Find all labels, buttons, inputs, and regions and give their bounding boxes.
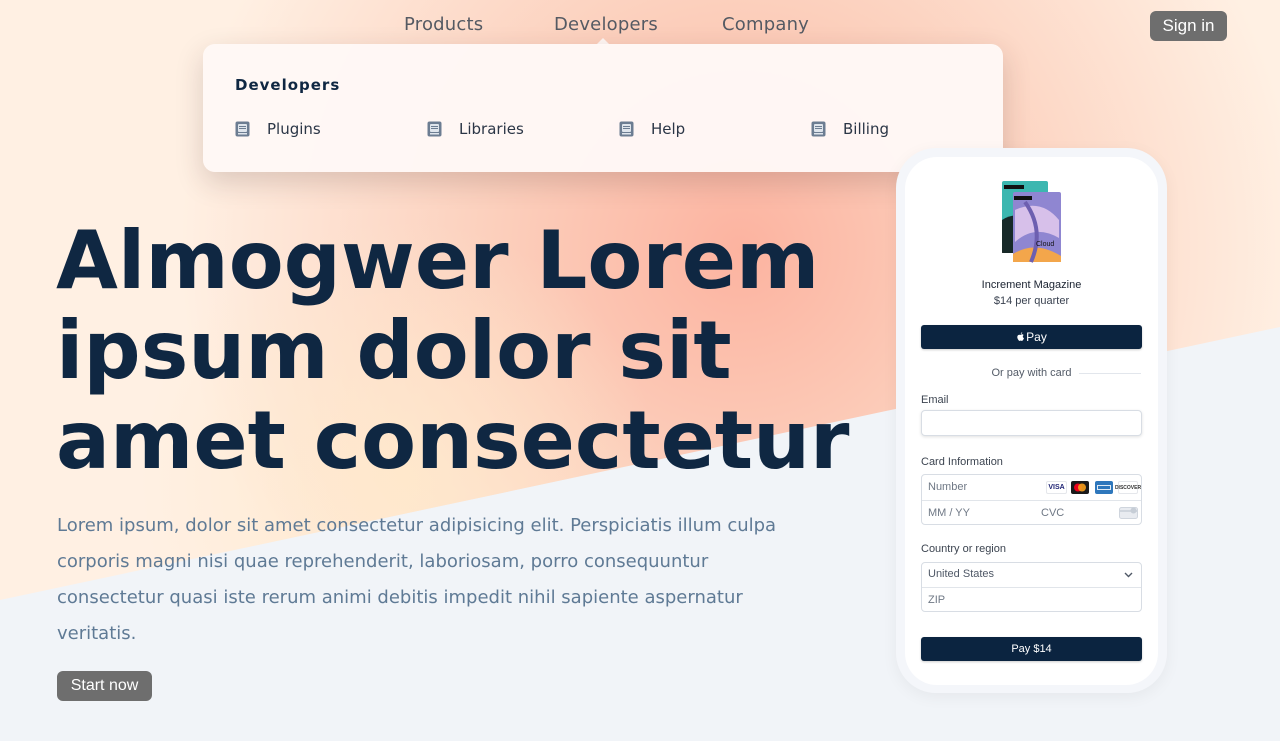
nav-developers[interactable]: Developers bbox=[554, 14, 658, 35]
email-field[interactable] bbox=[921, 410, 1142, 436]
chevron-down-icon[interactable] bbox=[1123, 569, 1134, 580]
expiry-placeholder[interactable]: MM / YY bbox=[928, 507, 970, 519]
dropdown-item-label: Billing bbox=[843, 120, 889, 138]
cvc-card-icon bbox=[1119, 507, 1138, 519]
apple-pay-button[interactable]: Pay bbox=[921, 325, 1142, 349]
card-number-placeholder[interactable]: Number bbox=[928, 481, 967, 493]
book-icon bbox=[427, 121, 442, 137]
discover-icon: DISCOVER bbox=[1115, 481, 1141, 494]
dropdown-title: Developers bbox=[235, 76, 341, 94]
developers-dropdown: Developers Plugins Libraries Help Billin… bbox=[203, 44, 1003, 172]
product-price: $14 per quarter bbox=[993, 295, 1070, 307]
start-now-button[interactable]: Start now bbox=[57, 671, 152, 701]
apple-icon bbox=[1017, 331, 1025, 341]
country-label: Country or region bbox=[921, 543, 1006, 555]
dropdown-item-label: Help bbox=[651, 120, 686, 138]
dropdown-item-label: Libraries bbox=[459, 120, 524, 138]
book-icon bbox=[235, 121, 250, 137]
headline-line: amet consectetur bbox=[56, 394, 850, 487]
magazine-cover-image: Cloud bbox=[1002, 181, 1061, 263]
visa-icon: VISA bbox=[1046, 481, 1067, 494]
nav-products[interactable]: Products bbox=[404, 14, 483, 35]
dropdown-item-plugins[interactable]: Plugins bbox=[235, 120, 321, 138]
hero-subtext: Lorem ipsum, dolor sit amet consectetur … bbox=[57, 515, 777, 644]
book-icon bbox=[619, 121, 634, 137]
card-divider bbox=[922, 500, 1141, 501]
hero-headline: Almogwer Lorem ipsum dolor sit amet cons… bbox=[56, 216, 856, 486]
apple-pay-label: Pay bbox=[1026, 330, 1047, 344]
book-icon bbox=[811, 121, 826, 137]
email-label: Email bbox=[921, 394, 949, 406]
cvc-placeholder[interactable]: CVC bbox=[1041, 507, 1064, 519]
card-info-label: Card Information bbox=[921, 456, 1003, 468]
amex-icon bbox=[1095, 481, 1113, 494]
zip-placeholder[interactable]: ZIP bbox=[928, 594, 945, 606]
sign-in-button[interactable]: Sign in bbox=[1150, 11, 1227, 41]
dropdown-item-label: Plugins bbox=[267, 120, 321, 138]
dropdown-item-libraries[interactable]: Libraries bbox=[427, 120, 524, 138]
headline-line: Almogwer Lorem bbox=[56, 214, 820, 307]
country-value[interactable]: United States bbox=[928, 568, 994, 580]
pay-button[interactable]: Pay $14 bbox=[921, 637, 1142, 661]
dropdown-item-billing[interactable]: Billing bbox=[811, 120, 889, 138]
or-pay-text: Or pay with card bbox=[991, 367, 1072, 379]
headline-line: ipsum dolor sit bbox=[56, 304, 732, 397]
mastercard-icon bbox=[1071, 481, 1089, 494]
cover-text: Cloud bbox=[1036, 241, 1054, 248]
country-divider bbox=[922, 587, 1141, 588]
product-name: Increment Magazine bbox=[981, 279, 1082, 291]
dropdown-item-help[interactable]: Help bbox=[619, 120, 685, 138]
nav-company[interactable]: Company bbox=[722, 14, 809, 35]
